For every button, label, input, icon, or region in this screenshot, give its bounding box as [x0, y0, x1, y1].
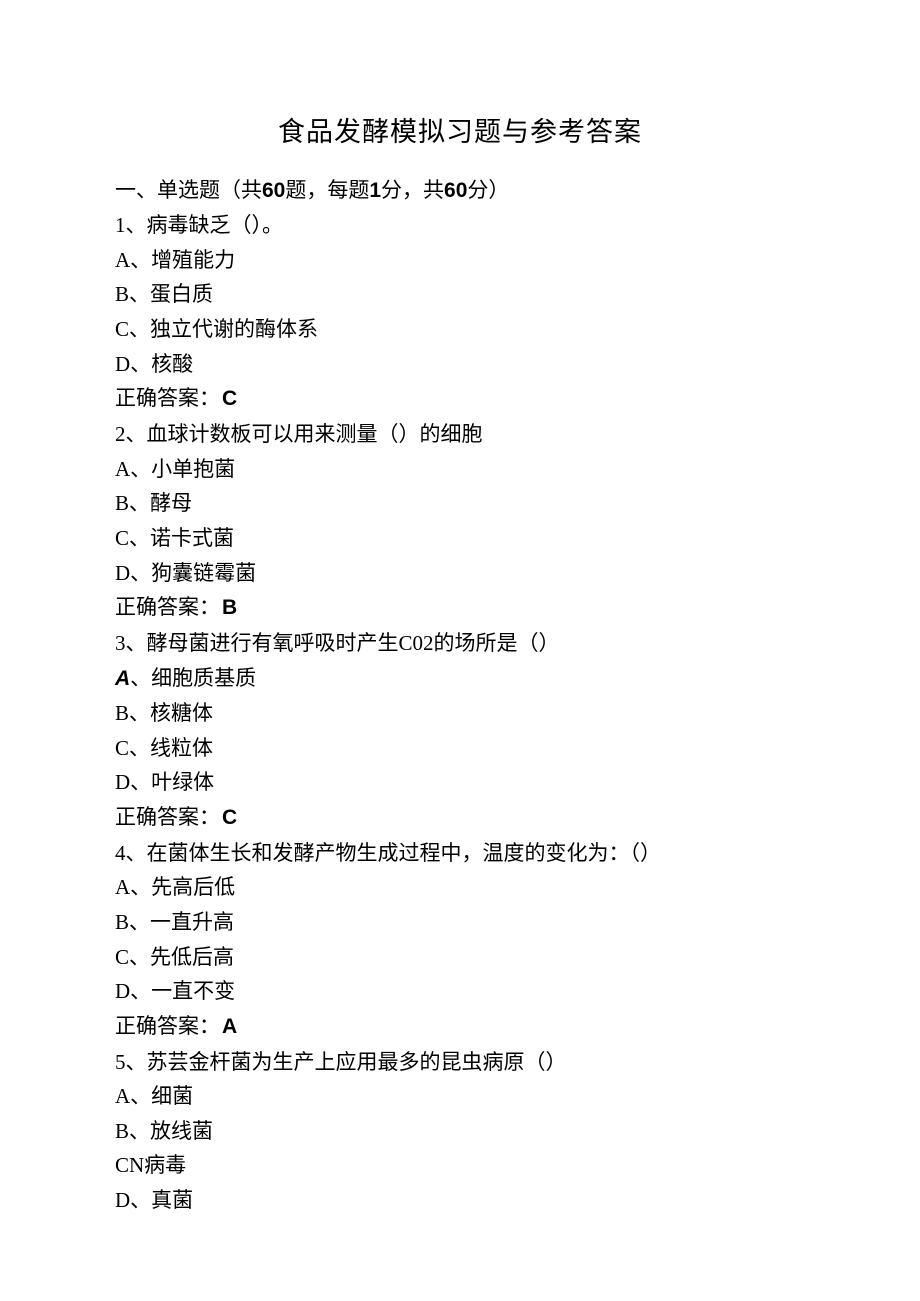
answer-value: B [222, 596, 237, 619]
q1-stem: 1、病毒缺乏（）。 [115, 208, 805, 243]
answer-label: 正确答案： [115, 386, 220, 410]
section-prefix: 一、单选题（共 [115, 178, 262, 202]
section-suffix: 分） [467, 178, 509, 202]
document-title: 食品发酵模拟习题与参考答案 [115, 110, 805, 155]
q1-option-d: D、核酸 [115, 347, 805, 382]
q4-option-a: A、先高后低 [115, 870, 805, 905]
section-mid2: 分，共 [381, 178, 444, 202]
document-page: 食品发酵模拟习题与参考答案 一、单选题（共60题，每题1分，共60分） 1、病毒… [0, 0, 920, 1278]
q5-stem: 5、苏芸金杆菌为生产上应用最多的昆虫病原（） [115, 1045, 805, 1080]
answer-value: C [222, 806, 237, 829]
q2-answer: 正确答案：B [115, 590, 805, 626]
q4-option-b: B、一直升高 [115, 905, 805, 940]
q4-stem: 4、在菌体生长和发酵产物生成过程中，温度的变化为：（） [115, 836, 805, 871]
answer-value: C [222, 387, 237, 410]
q2-option-b: B、酵母 [115, 486, 805, 521]
section-points: 1 [369, 179, 381, 202]
q1-answer: 正确答案：C [115, 381, 805, 417]
q3-stem: 3、酵母菌进行有氧呼吸时产生C02的场所是（） [115, 626, 805, 661]
q1-option-c: C、独立代谢的酶体系 [115, 312, 805, 347]
q4-answer: 正确答案：A [115, 1009, 805, 1045]
q1-option-a: A、增殖能力 [115, 243, 805, 278]
section-count: 60 [262, 179, 285, 202]
q4-option-c: C、先低后高 [115, 940, 805, 975]
q3-option-c: C、线粒体 [115, 731, 805, 766]
q3-answer: 正确答案：C [115, 800, 805, 836]
q3-option-b: B、核糖体 [115, 696, 805, 731]
section-total: 60 [444, 179, 467, 202]
q2-option-c: C、诺卡式菌 [115, 521, 805, 556]
answer-value: A [222, 1015, 237, 1038]
q1-option-b: B、蛋白质 [115, 277, 805, 312]
answer-label: 正确答案： [115, 595, 220, 619]
section-header: 一、单选题（共60题，每题1分，共60分） [115, 173, 805, 209]
q3-option-a: A、细胞质基质 [115, 661, 805, 697]
q2-option-a: A、小单抱菌 [115, 452, 805, 487]
q5-option-b: B、放线菌 [115, 1114, 805, 1149]
q2-stem: 2、血球计数板可以用来测量（）的细胞 [115, 417, 805, 452]
section-mid1: 题，每题 [285, 178, 369, 202]
answer-label: 正确答案： [115, 1014, 220, 1038]
q5-option-d: D、真菌 [115, 1183, 805, 1218]
q3-a-letter: A [115, 667, 130, 690]
q3-a-text: 、细胞质基质 [130, 666, 256, 690]
q4-option-d: D、一直不变 [115, 974, 805, 1009]
answer-label: 正确答案： [115, 805, 220, 829]
q3-option-d: D、叶绿体 [115, 765, 805, 800]
q5-option-c: CN病毒 [115, 1148, 805, 1183]
q2-option-d: D、狗囊链霉菌 [115, 556, 805, 591]
q5-option-a: A、细菌 [115, 1079, 805, 1114]
